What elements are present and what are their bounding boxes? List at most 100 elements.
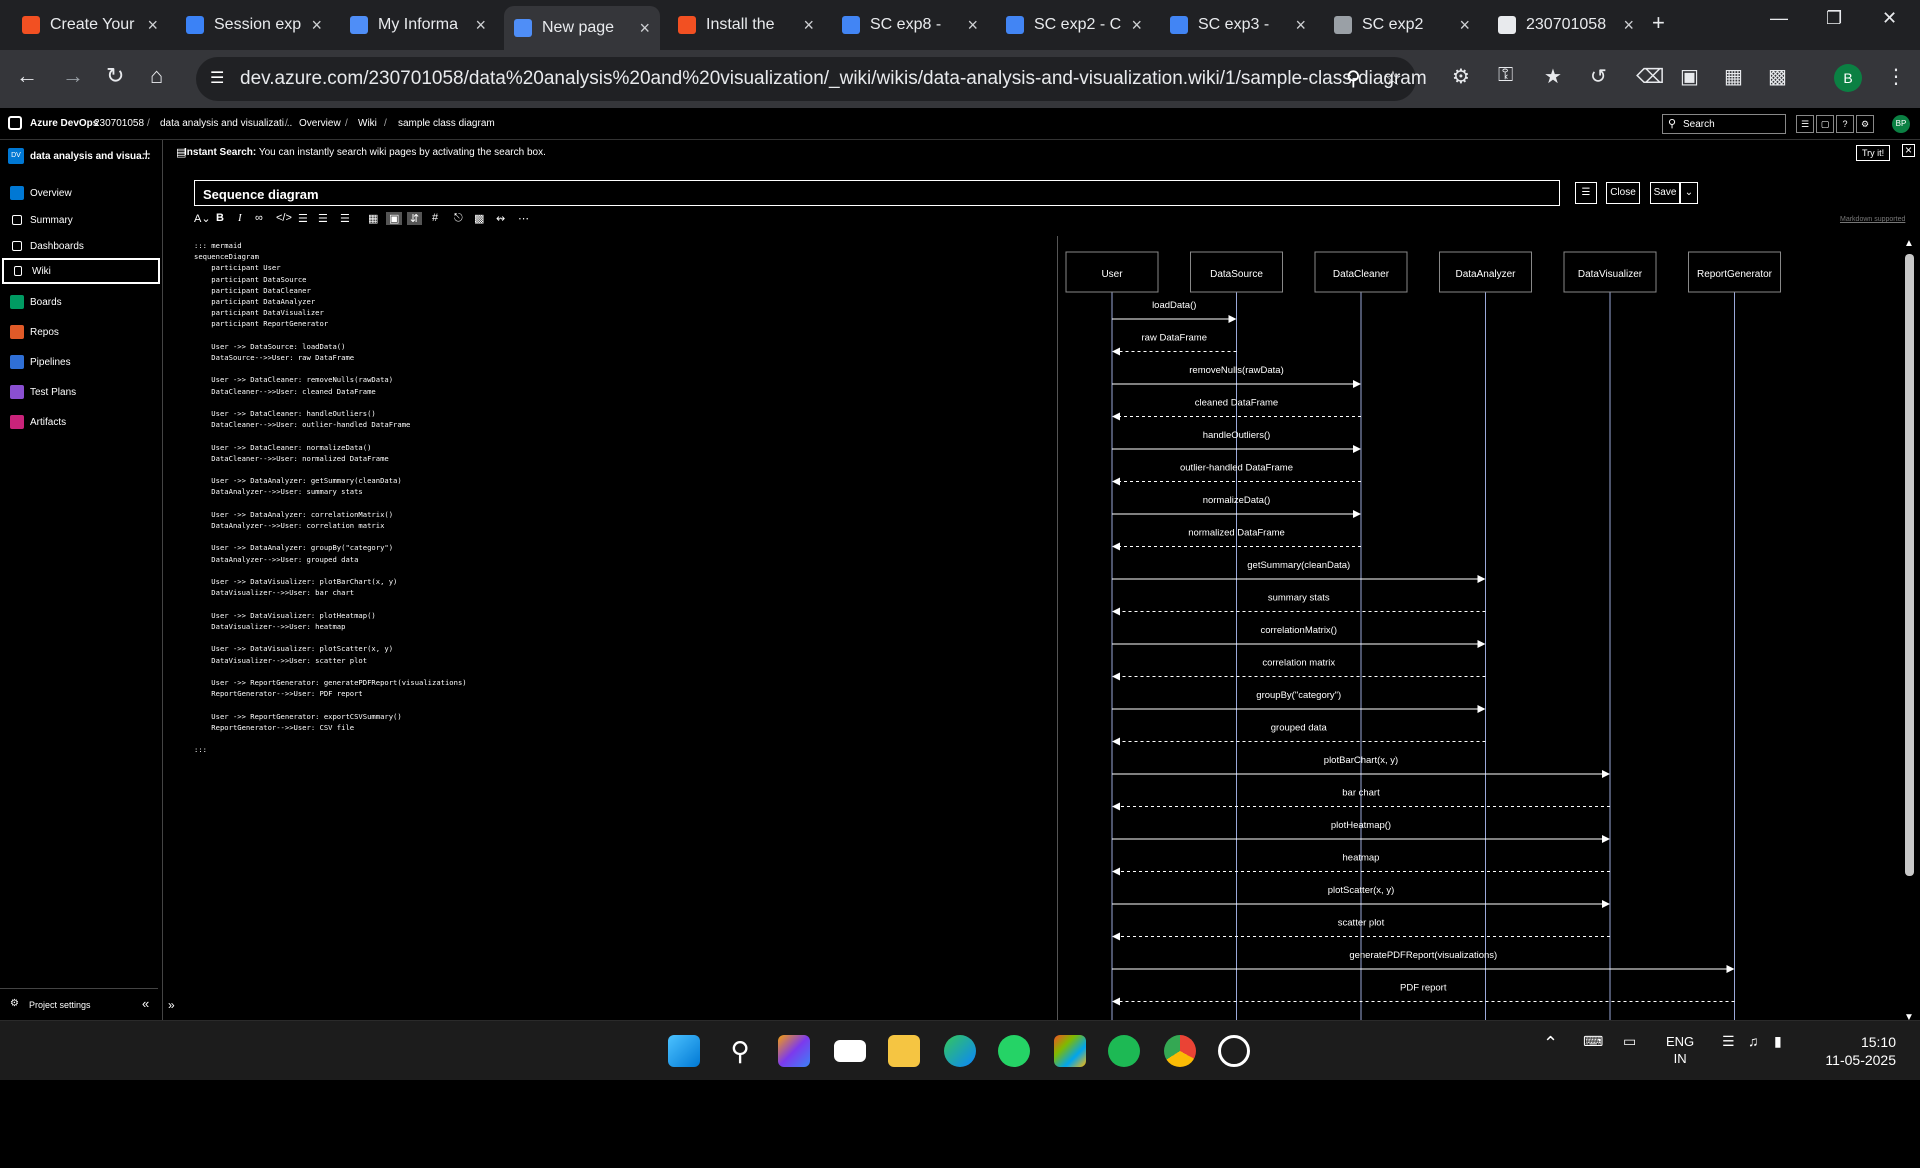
editor-line[interactable]: participant DataAnalyzer	[194, 296, 1044, 307]
show-hidden-icons-chevron[interactable]: ⌃	[1543, 1033, 1558, 1054]
close-button[interactable]: Close	[1606, 182, 1640, 204]
org-label[interactable]: 230701058	[94, 118, 144, 129]
sidebar-item-wiki[interactable]: Wiki	[2, 258, 160, 284]
sidebar-item-dashboards[interactable]: Dashboards	[2, 233, 160, 259]
editor-line[interactable]	[194, 699, 1044, 710]
home-icon[interactable]: ⌂	[150, 63, 163, 89]
editor-line[interactable]: DataCleaner-->>User: outlier-handled Dat…	[194, 419, 1044, 430]
editor-line[interactable]: participant User	[194, 262, 1044, 273]
mermaid-icon[interactable]: ↭	[496, 212, 505, 225]
sidebar-item-repos[interactable]: Repos	[2, 319, 160, 345]
breadcrumb-overview[interactable]: Overview	[299, 118, 341, 129]
editor-line[interactable]	[194, 666, 1044, 677]
editor-line[interactable]	[194, 565, 1044, 576]
trash-icon[interactable]: ⌫	[1636, 64, 1664, 89]
editor-line[interactable]: User ->> ReportGenerator: generatePDFRep…	[194, 677, 1044, 688]
browser-tab[interactable]: SC exp2 ×	[1324, 6, 1480, 44]
editor-line[interactable]: DataCleaner-->>User: normalized DataFram…	[194, 453, 1044, 464]
editor-line[interactable]: User ->> DataSource: loadData()	[194, 341, 1044, 352]
breadcrumb-wiki[interactable]: Wiki	[358, 118, 377, 129]
browser-tab[interactable]: Session exp ×	[176, 6, 332, 44]
reload-icon[interactable]: ↻	[106, 63, 124, 89]
user-avatar[interactable]: BP	[1892, 115, 1910, 133]
url-text[interactable]: dev.azure.com/230701058/data%20analysis%…	[240, 68, 1427, 90]
editor-line[interactable]: DataSource-->>User: raw DataFrame	[194, 352, 1044, 363]
back-icon[interactable]: ←	[16, 63, 38, 89]
chatgpt-icon[interactable]	[1218, 1035, 1250, 1067]
store-icon[interactable]	[1054, 1035, 1086, 1067]
table-icon[interactable]: ▦	[368, 212, 378, 225]
editor-line[interactable]: ReportGenerator-->>User: CSV file	[194, 722, 1044, 733]
sidebar-item-artifacts[interactable]: Artifacts	[2, 409, 160, 435]
azure-devops-logo-icon[interactable]	[8, 116, 22, 130]
search-taskbar-icon[interactable]: ⚲	[724, 1035, 756, 1067]
editor-line[interactable]	[194, 599, 1044, 610]
bold-icon[interactable]: B	[216, 212, 224, 224]
markdown-editor[interactable]: ::: mermaid sequenceDiagram participant U…	[194, 240, 1044, 1000]
preview-scrollbar[interactable]: ▲ ▼	[1900, 236, 1920, 1026]
browser-tab[interactable]: Create Your ×	[12, 6, 168, 44]
editor-line[interactable]	[194, 397, 1044, 408]
bookmark-star-icon[interactable]: ☆	[1384, 66, 1402, 91]
editor-line[interactable]: sequenceDiagram	[194, 251, 1044, 262]
marketplace-icon[interactable]: ▢	[1816, 115, 1834, 133]
link-icon[interactable]: ∞	[255, 212, 263, 224]
file-explorer-icon[interactable]	[888, 1035, 920, 1067]
editor-line[interactable]: ReportGenerator-->>User: PDF report	[194, 688, 1044, 699]
attach-icon[interactable]: ⎋	[454, 212, 463, 225]
sidebar-item-boards[interactable]: Boards	[2, 289, 160, 315]
sidebar-item-overview[interactable]: Overview	[2, 180, 160, 206]
heading-icon[interactable]: A⌄	[194, 212, 211, 225]
whatsapp-icon[interactable]	[998, 1035, 1030, 1067]
sidebar-item-pipelines[interactable]: Pipelines	[2, 349, 160, 375]
browser-tab[interactable]: SC exp3 - ×	[1160, 6, 1316, 44]
editor-line[interactable]: User ->> DataVisualizer: plotScatter(x, …	[194, 643, 1044, 654]
battery-icon[interactable]: ▮	[1774, 1033, 1782, 1050]
save-options-chevron-icon[interactable]: ⌄	[1680, 182, 1698, 204]
browser-tab[interactable]: SC exp8 - ×	[832, 6, 988, 44]
media-player-icon[interactable]	[834, 1040, 866, 1062]
editor-line[interactable]	[194, 531, 1044, 542]
editor-line[interactable]: User ->> DataVisualizer: plotBarChart(x,…	[194, 576, 1044, 587]
editor-line[interactable]: User ->> DataAnalyzer: getSummary(cleanD…	[194, 475, 1044, 486]
tab-close-icon[interactable]: ×	[311, 15, 322, 36]
scroll-up-icon[interactable]: ▲	[1904, 238, 1914, 249]
clock[interactable]: 15:10 11-05-2025	[1816, 1033, 1896, 1069]
editor-line[interactable]: User ->> DataCleaner: normalizeData()	[194, 442, 1044, 453]
tab-close-icon[interactable]: ×	[1295, 15, 1306, 36]
tab-close-icon[interactable]: ×	[639, 18, 650, 39]
editor-line[interactable]: User ->> DataAnalyzer: correlationMatrix…	[194, 509, 1044, 520]
editor-line[interactable]: DataAnalyzer-->>User: correlation matrix	[194, 520, 1044, 531]
breadcrumb-project[interactable]: data analysis and visualizati...	[160, 118, 292, 129]
editor-line[interactable]	[194, 363, 1044, 374]
work-items-icon[interactable]: ☰	[1796, 115, 1814, 133]
more-options-icon[interactable]: ⋯	[518, 212, 529, 225]
profile-avatar[interactable]: B	[1834, 64, 1862, 92]
editor-preview-splitter[interactable]	[1057, 236, 1058, 1026]
tab-close-icon[interactable]: ×	[1623, 15, 1634, 36]
editor-line[interactable]: User ->> DataCleaner: handleOutliers()	[194, 408, 1044, 419]
keyboard-icon[interactable]: ⌨	[1583, 1033, 1603, 1050]
start-icon[interactable]	[668, 1035, 700, 1067]
insert-image-icon[interactable]: ▩	[474, 212, 484, 225]
editor-line[interactable]: DataVisualizer-->>User: scatter plot	[194, 655, 1044, 666]
project-name[interactable]: data analysis and visua...	[30, 151, 150, 162]
wifi-icon[interactable]: ☰	[1722, 1033, 1735, 1050]
brand-label[interactable]: Azure DevOps	[30, 118, 98, 129]
editor-line[interactable]	[194, 632, 1044, 643]
editor-line[interactable]: User ->> ReportGenerator: exportCSVSumma…	[194, 711, 1044, 722]
zoom-search-icon[interactable]: ⚲	[1346, 66, 1361, 91]
tab-close-icon[interactable]: ×	[967, 15, 978, 36]
page-title-input[interactable]: Sequence diagram	[194, 180, 1560, 206]
italic-icon[interactable]: I	[238, 212, 242, 224]
code-icon[interactable]: </>	[276, 212, 292, 224]
help-icon[interactable]: ?	[1836, 115, 1854, 133]
editor-line[interactable]: User ->> DataCleaner: removeNulls(rawDat…	[194, 374, 1044, 385]
bullet-list-icon[interactable]: ☰	[298, 212, 308, 225]
expand-panel-icon[interactable]: »	[168, 998, 175, 1012]
project-avatar[interactable]: DV	[8, 148, 24, 164]
site-info-icon[interactable]: ☰	[210, 68, 224, 88]
browser-tab[interactable]: 230701058 ×	[1488, 6, 1644, 44]
tab-close-icon[interactable]: ×	[1459, 15, 1470, 36]
editor-line[interactable]	[194, 430, 1044, 441]
